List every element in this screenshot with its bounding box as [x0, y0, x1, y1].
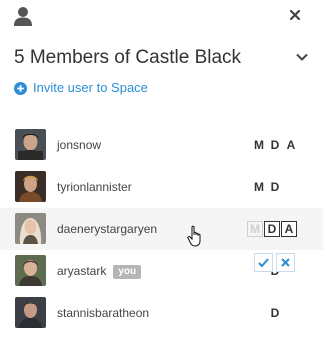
permission-d: D — [270, 138, 280, 152]
permission-list: M D — [251, 166, 283, 208]
permission-d-toggle[interactable]: D — [264, 221, 280, 237]
close-icon — [281, 258, 290, 267]
user-icon — [14, 6, 32, 26]
member-username: tyrionlannister — [57, 180, 132, 194]
you-badge: you — [113, 265, 142, 279]
member-row-tyrionlannister[interactable]: tyrionlannister M D — [0, 166, 323, 208]
permission-list: M D A — [251, 124, 299, 166]
member-username: jonsnow — [57, 138, 102, 152]
member-row-stannisbaratheon[interactable]: stannisbaratheon D — [0, 292, 323, 334]
member-username: aryastark you — [57, 250, 142, 292]
invite-user-label: Invite user to Space — [33, 80, 148, 95]
avatar-stannisbaratheon — [15, 297, 46, 328]
permission-a-toggle[interactable]: A — [281, 221, 297, 237]
member-row-daenerystargaryen[interactable]: daenerystargaryen M D A — [0, 208, 323, 250]
permission-d: D — [270, 306, 280, 320]
avatar-tyrionlannister — [15, 171, 46, 202]
member-list: jonsnow M D A tyrionlannister M D daener… — [0, 124, 323, 334]
avatar-aryastark — [15, 255, 46, 286]
check-icon — [258, 258, 269, 268]
permission-m-toggle[interactable]: M — [247, 221, 263, 237]
hand-cursor-icon — [186, 225, 204, 247]
permission-m: M — [254, 180, 264, 194]
permission-edit-actions — [254, 253, 295, 272]
avatar-jonsnow — [15, 129, 46, 160]
permission-d: D — [270, 180, 280, 194]
panel-header — [0, 0, 323, 34]
chevron-down-icon[interactable] — [295, 50, 309, 64]
invite-user-link[interactable]: Invite user to Space — [14, 78, 148, 98]
cancel-button[interactable] — [276, 253, 295, 272]
plus-circle-icon — [14, 81, 27, 95]
permission-m: M — [254, 138, 264, 152]
member-username: daenerystargaryen — [57, 222, 158, 236]
avatar-daenerystargaryen — [15, 213, 46, 244]
members-header: 5 Members of Castle Black — [14, 44, 309, 72]
member-username-text: aryastark — [57, 264, 107, 278]
permission-a: A — [286, 138, 296, 152]
permission-list: D — [267, 292, 283, 334]
confirm-button[interactable] — [254, 253, 273, 272]
member-username: stannisbaratheon — [57, 306, 150, 320]
member-row-jonsnow[interactable]: jonsnow M D A — [0, 124, 323, 166]
permission-toggle-group: M D A — [247, 208, 298, 250]
page-title: 5 Members of Castle Black — [14, 47, 242, 68]
close-icon[interactable] — [286, 6, 304, 24]
